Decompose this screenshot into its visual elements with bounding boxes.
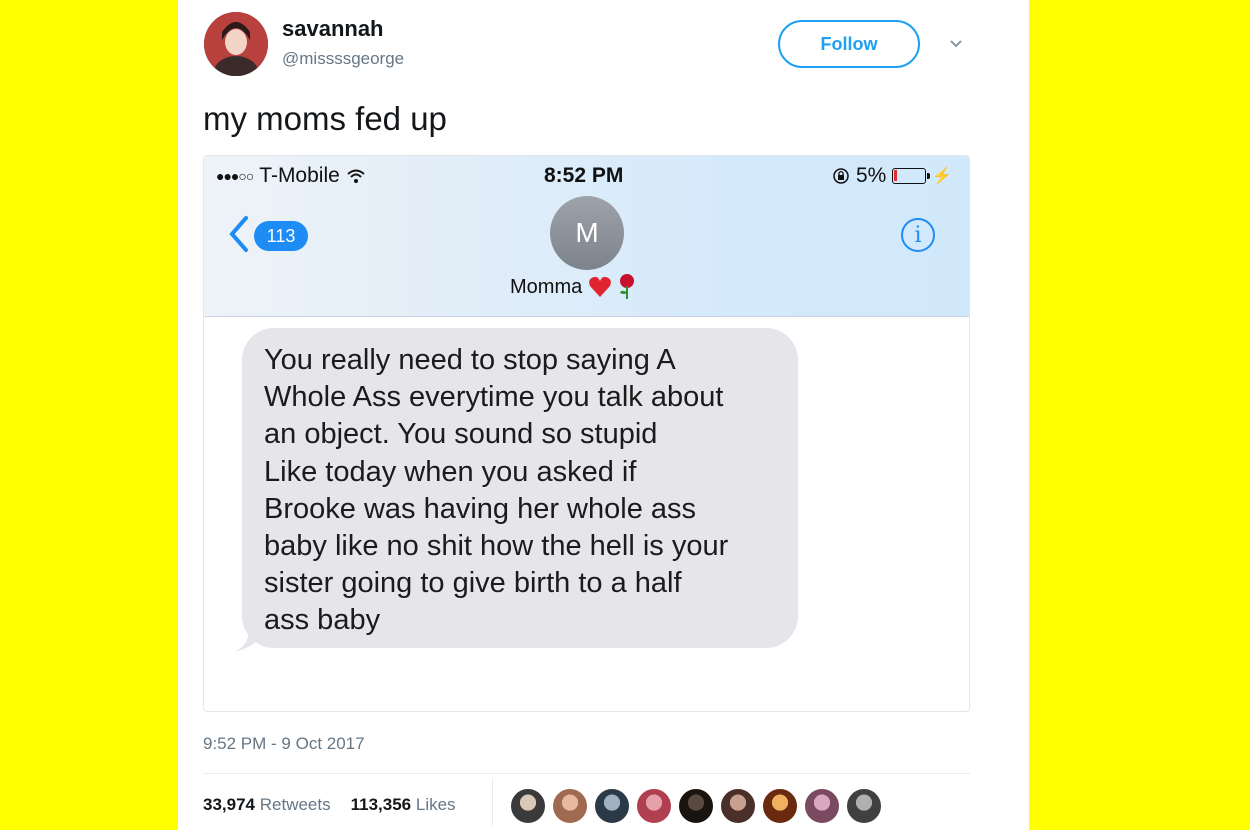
rose-emoji-icon (620, 274, 635, 299)
wifi-icon (347, 169, 365, 183)
likes-label: Likes (415, 795, 456, 814)
retweets-stat[interactable]: 33,974 Retweets (203, 795, 331, 815)
tweet-text: my moms fed up (203, 100, 447, 137)
lock-rotation-icon (833, 168, 849, 184)
liker-avatar[interactable] (636, 788, 672, 824)
status-carrier: ●●●○○ T-Mobile (216, 164, 366, 188)
message-line: Brooke was having her whole ass (264, 492, 697, 525)
stats-divider (492, 778, 493, 826)
tweet-timestamp[interactable]: 9:52 PM - 9 Oct 2017 (203, 734, 365, 754)
message-line: Whole Ass everytime you talk about (264, 381, 724, 414)
liker-avatar[interactable] (804, 788, 840, 824)
message-line: sister going to give birth to a half (264, 567, 682, 600)
message-bubble[interactable]: You really need to stop saying A Whole A… (242, 328, 798, 648)
battery-percent: 5% (856, 164, 887, 187)
divider (203, 773, 970, 774)
contact-name[interactable]: Momma (510, 274, 636, 300)
likes-count: 113,356 (350, 795, 412, 814)
charging-icon: ⚡ (932, 168, 953, 185)
liker-avatar[interactable] (678, 788, 714, 824)
user-avatar[interactable] (204, 12, 268, 76)
likes-stat[interactable]: 113,356 Likes (351, 795, 456, 815)
retweets-count: 33,974 (203, 795, 255, 814)
message-line: baby like no shit how the hell is your (264, 530, 729, 563)
carrier-label: T-Mobile (259, 164, 340, 187)
ios-header: ●●●○○ T-Mobile 8:52 PM 5% ⚡ 113 M Momma … (204, 156, 969, 317)
user-handle[interactable]: @missssgeorge (282, 49, 404, 69)
follow-button[interactable]: Follow (778, 20, 920, 68)
liker-avatar[interactable] (762, 788, 798, 824)
message-line: an object. You sound so stupid (264, 418, 658, 451)
message-line: ass baby (264, 604, 381, 637)
battery-icon (892, 168, 931, 184)
info-icon[interactable]: i (901, 218, 935, 252)
status-battery: 5% ⚡ (832, 164, 952, 188)
liker-avatar[interactable] (846, 788, 882, 824)
contact-avatar[interactable]: M (550, 196, 624, 270)
heart-emoji-icon (589, 276, 612, 297)
liker-avatar[interactable] (594, 788, 630, 824)
tweet-card: savannah @missssgeorge Follow my moms fe… (178, 0, 1029, 830)
liker-avatar[interactable] (552, 788, 588, 824)
tweet-image[interactable]: ●●●○○ T-Mobile 8:52 PM 5% ⚡ 113 M Momma … (203, 155, 970, 712)
chevron-down-icon[interactable] (948, 36, 964, 52)
liker-avatar[interactable] (510, 788, 546, 824)
liker-avatars (510, 788, 882, 824)
message-line: Like today when you asked if (264, 455, 637, 488)
contact-name-label: Momma (510, 275, 583, 298)
liker-avatar[interactable] (720, 788, 756, 824)
back-chevron-icon[interactable] (226, 214, 250, 254)
back-count-badge[interactable]: 113 (254, 221, 308, 251)
message-text: You really need to stop saying A Whole A… (264, 342, 776, 640)
message-line: You really need to stop saying A (264, 344, 676, 376)
tweet-stats: 33,974 Retweets 113,356 Likes (203, 795, 456, 815)
status-time: 8:52 PM (544, 164, 624, 187)
signal-icon: ●●●○○ (216, 168, 254, 184)
display-name[interactable]: savannah (282, 16, 384, 42)
retweets-label: Retweets (259, 795, 331, 814)
